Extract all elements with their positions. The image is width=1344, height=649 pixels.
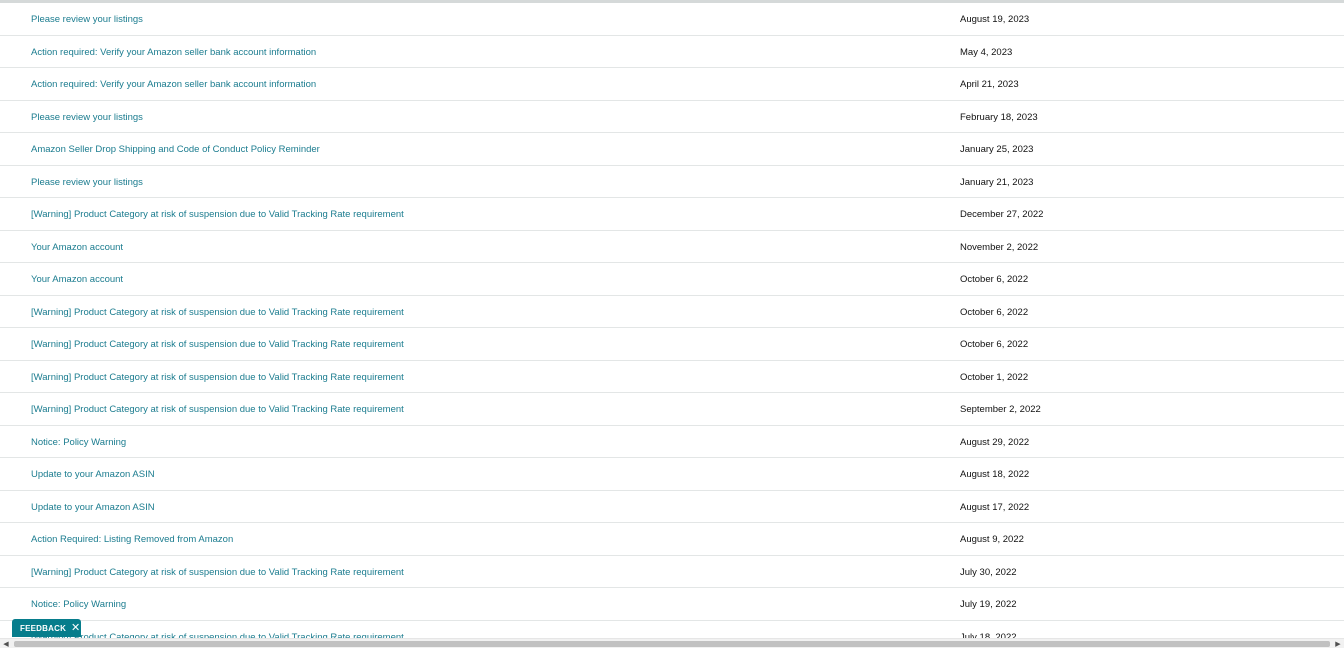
- notification-date: January 21, 2023: [960, 176, 1034, 188]
- list-item: Action required: Verify your Amazon sell…: [0, 68, 1344, 101]
- list-item: [Warning] Product Category at risk of su…: [0, 621, 1344, 639]
- notification-subject-link[interactable]: [Warning] Product Category at risk of su…: [31, 307, 404, 318]
- notification-subject-link[interactable]: Action required: Verify your Amazon sell…: [31, 47, 316, 58]
- list-item: Update to your Amazon ASIN August 17, 202…: [0, 491, 1344, 523]
- list-item: Please review your listings August 19, 20…: [0, 3, 1344, 36]
- notification-date: September 2, 2022: [960, 404, 1041, 415]
- notification-subject-link[interactable]: Notice: Policy Warning: [31, 437, 126, 448]
- notification-date: October 6, 2022: [960, 306, 1029, 318]
- close-icon[interactable]: ✕: [71, 622, 80, 634]
- feedback-label: FEEDBACK: [20, 623, 67, 633]
- notification-date: August 17, 2022: [960, 501, 1030, 513]
- notification-subject-link[interactable]: Your Amazon account: [31, 242, 123, 253]
- notification-date: August 9, 2022: [960, 534, 1024, 545]
- notification-date: February 18, 2023: [960, 111, 1038, 123]
- notification-date: November 2, 2022: [960, 241, 1039, 253]
- list-item: Action Required: Listing Removed from Am…: [0, 523, 1344, 556]
- notification-subject-link[interactable]: [Warning] Product Category at risk of su…: [31, 404, 404, 415]
- list-item: [Warning] Product Category at risk of su…: [0, 198, 1344, 231]
- notification-subject-link[interactable]: Notice: Policy Warning: [31, 599, 126, 610]
- list-item: [Warning] Product Category at risk of su…: [0, 361, 1344, 393]
- list-item: Your Amazon account October 6, 2022: [0, 263, 1344, 296]
- notification-subject-link[interactable]: [Warning] Product Category at risk of su…: [31, 567, 404, 578]
- list-item: [Warning] Product Category at risk of su…: [0, 296, 1344, 328]
- notification-subject-link[interactable]: [Warning] Product Category at risk of su…: [31, 339, 404, 350]
- notification-date: December 27, 2022: [960, 209, 1044, 220]
- notification-subject-link[interactable]: Action Required: Listing Removed from Am…: [31, 534, 233, 545]
- notification-subject-link[interactable]: Action required: Verify your Amazon sell…: [31, 79, 316, 90]
- notification-subject-link[interactable]: [Warning] Product Category at risk of su…: [31, 372, 404, 383]
- notification-date: May 4, 2023: [960, 46, 1013, 58]
- notification-date: January 25, 2023: [960, 144, 1034, 155]
- notification-date: July 30, 2022: [960, 566, 1017, 578]
- scrollbar-thumb[interactable]: [14, 641, 1330, 647]
- feedback-button[interactable]: FEEDBACK ✕: [12, 619, 81, 637]
- list-item: [Warning] Product Category at risk of su…: [0, 393, 1344, 426]
- notification-date: August 19, 2023: [960, 14, 1030, 25]
- list-item: Please review your listings January 21, 2…: [0, 166, 1344, 198]
- notification-date: October 6, 2022: [960, 274, 1029, 285]
- notification-date: October 6, 2022: [960, 339, 1029, 350]
- notification-date: October 1, 2022: [960, 371, 1029, 383]
- notification-date: July 19, 2022: [960, 599, 1017, 610]
- notification-date: August 29, 2022: [960, 436, 1030, 448]
- notification-subject-link[interactable]: [Warning] Product Category at risk of su…: [31, 209, 404, 220]
- list-item: Your Amazon account November 2, 2022: [0, 231, 1344, 263]
- notification-subject-link[interactable]: Update to your Amazon ASIN: [31, 469, 155, 480]
- notification-subject-link[interactable]: Please review your listings: [31, 14, 143, 25]
- list-item: Action required: Verify your Amazon sell…: [0, 36, 1344, 68]
- list-item: [Warning] Product Category at risk of su…: [0, 328, 1344, 361]
- notification-list-viewport: Please review your listings August 19, 20…: [0, 0, 1344, 638]
- notification-list: Please review your listings August 19, 20…: [0, 3, 1344, 638]
- notification-subject-link[interactable]: Please review your listings: [31, 177, 143, 188]
- horizontal-scrollbar[interactable]: ◀ ▶: [0, 638, 1344, 648]
- list-item: Please review your listings February 18, …: [0, 101, 1344, 133]
- list-item: Amazon Seller Drop Shipping and Code of …: [0, 133, 1344, 166]
- notification-date: August 18, 2022: [960, 469, 1030, 480]
- notification-subject-link[interactable]: Please review your listings: [31, 112, 143, 123]
- list-item: Notice: Policy Warning August 29, 2022: [0, 426, 1344, 458]
- notification-subject-link[interactable]: Update to your Amazon ASIN: [31, 502, 155, 513]
- list-item: [Warning] Product Category at risk of su…: [0, 556, 1344, 588]
- notification-date: April 21, 2023: [960, 79, 1019, 90]
- notification-subject-link[interactable]: Amazon Seller Drop Shipping and Code of …: [31, 144, 320, 155]
- notification-subject-link[interactable]: Your Amazon account: [31, 274, 123, 285]
- list-item: Notice: Policy Warning July 19, 2022: [0, 588, 1344, 621]
- list-item: Update to your Amazon ASIN August 18, 202…: [0, 458, 1344, 491]
